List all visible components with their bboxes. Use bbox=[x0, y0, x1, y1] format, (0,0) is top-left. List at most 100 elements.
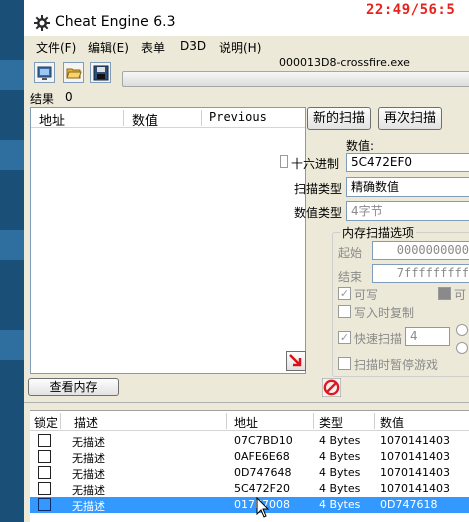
table-row[interactable]: 无描述 5C472F20 4 Bytes 1070141403 bbox=[30, 481, 469, 497]
value-type-dropdown[interactable]: 4字节 bbox=[346, 201, 469, 221]
copy-on-write-checkbox[interactable] bbox=[338, 305, 351, 318]
value-input[interactable]: 5C472EF0 bbox=[346, 153, 469, 172]
results-label: 结果 bbox=[30, 92, 55, 106]
scan-type-dropdown[interactable]: 精确数值 bbox=[346, 177, 469, 197]
new-scan-button[interactable]: 新的扫描 bbox=[307, 107, 371, 130]
stop-scan-icon[interactable] bbox=[322, 378, 341, 397]
table-row[interactable]: 无描述 0AFE6E68 4 Bytes 1070141403 bbox=[30, 449, 469, 465]
last-digits-radio[interactable] bbox=[456, 342, 468, 354]
fast-scan-label: 快速扫描 bbox=[354, 332, 403, 346]
row-value: 1070141403 bbox=[380, 482, 450, 495]
row-value: 1070141403 bbox=[380, 434, 450, 447]
row-type: 4 Bytes bbox=[319, 498, 361, 511]
fast-scan-checkbox[interactable]: ✓ bbox=[338, 331, 351, 344]
memory-view-button[interactable]: 查看内存 bbox=[28, 378, 119, 396]
row-type: 4 Bytes bbox=[319, 482, 361, 495]
open-folder-icon bbox=[66, 68, 82, 79]
table-row-selected[interactable]: 无描述 017E7008 4 Bytes 0D747618 bbox=[30, 497, 469, 513]
writable-checkbox[interactable]: ✓ bbox=[338, 287, 351, 300]
menu-file[interactable]: 文件(F) bbox=[36, 39, 76, 56]
column-header-description[interactable]: 描述 bbox=[74, 414, 98, 431]
column-header-type[interactable]: 类型 bbox=[319, 414, 343, 431]
overlay-clock: 22:49/56:5 bbox=[366, 2, 456, 18]
save-icon bbox=[93, 65, 109, 81]
save-button[interactable] bbox=[90, 62, 111, 83]
address-table-header: 锁定 描述 地址 类型 数值 bbox=[30, 411, 469, 431]
executable-checkbox[interactable] bbox=[438, 287, 451, 300]
cheat-engine-window: Cheat Engine 6.3 22:49/56:5 文件(F) 编辑(E) … bbox=[24, 0, 469, 522]
row-value: 0D747618 bbox=[380, 498, 438, 511]
menu-edit[interactable]: 编辑(E) bbox=[88, 39, 129, 56]
column-header-previous[interactable]: Previous bbox=[209, 110, 267, 124]
freeze-checkbox[interactable] bbox=[38, 498, 51, 511]
row-value: 1070141403 bbox=[380, 450, 450, 463]
title-bar[interactable]: Cheat Engine 6.3 22:49/56:5 bbox=[24, 0, 469, 36]
pause-game-label: 扫描时暂停游戏 bbox=[354, 358, 439, 372]
memory-scan-options-title: 内存扫描选项 bbox=[340, 224, 417, 241]
menu-table[interactable]: 表单 bbox=[141, 39, 165, 56]
scan-results-list[interactable]: 地址 数值 Previous bbox=[30, 107, 306, 374]
address-table[interactable]: 锁定 描述 地址 类型 数值 无描述 07C7BD10 4 Bytes 1070… bbox=[30, 410, 469, 522]
menu-d3d[interactable]: D3D bbox=[180, 39, 206, 53]
mouse-cursor-icon bbox=[256, 497, 270, 518]
window-title: Cheat Engine 6.3 bbox=[55, 14, 176, 30]
desktop-shortcut[interactable] bbox=[0, 330, 24, 360]
row-description: 无描述 bbox=[72, 436, 105, 449]
desktop-shortcut[interactable] bbox=[0, 60, 24, 90]
row-type: 4 Bytes bbox=[319, 450, 361, 463]
column-header-address[interactable]: 地址 bbox=[234, 414, 258, 431]
freeze-checkbox[interactable] bbox=[38, 450, 51, 463]
results-list-header: 地址 数值 Previous bbox=[31, 108, 305, 129]
row-description: 无描述 bbox=[72, 500, 105, 513]
table-row[interactable]: 无描述 07C7BD10 4 Bytes 1070141403 bbox=[30, 433, 469, 449]
row-type: 4 Bytes bbox=[319, 434, 361, 447]
row-description: 无描述 bbox=[72, 484, 105, 497]
process-name-label: 000013D8-crossfire.exe bbox=[279, 56, 410, 69]
scan-progress-bar bbox=[122, 71, 469, 87]
desktop-shortcut[interactable] bbox=[0, 140, 24, 170]
alignment-radio[interactable] bbox=[456, 324, 468, 336]
row-description: 无描述 bbox=[72, 468, 105, 481]
results-count: 0 bbox=[65, 90, 73, 104]
writable-label: 可写 bbox=[354, 288, 379, 302]
fast-scan-alignment-input[interactable]: 4 bbox=[405, 327, 450, 346]
copy-on-write-label: 写入时复制 bbox=[354, 306, 415, 320]
pause-game-checkbox[interactable] bbox=[338, 357, 351, 370]
freeze-checkbox[interactable] bbox=[38, 466, 51, 479]
menu-help[interactable]: 说明(H) bbox=[219, 39, 261, 56]
row-value: 1070141403 bbox=[380, 466, 450, 479]
row-address: 07C7BD10 bbox=[234, 434, 293, 447]
table-row[interactable]: 无描述 0D747648 4 Bytes 1070141403 bbox=[30, 465, 469, 481]
column-header-value[interactable]: 数值 bbox=[132, 110, 158, 129]
row-type: 4 Bytes bbox=[319, 466, 361, 479]
executable-label: 可 bbox=[454, 288, 467, 302]
stop-address-label: 结束 bbox=[338, 270, 363, 284]
row-description: 无描述 bbox=[72, 452, 105, 465]
stop-address-input[interactable]: 7fffffffff bbox=[372, 264, 469, 283]
row-address: 0D747648 bbox=[234, 466, 292, 479]
column-header-frozen[interactable]: 锁定 bbox=[34, 414, 58, 431]
scan-type-label: 扫描类型 bbox=[294, 182, 343, 196]
panel-splitter[interactable] bbox=[24, 402, 469, 407]
open-process-icon bbox=[37, 66, 52, 80]
hex-label: 十六进制 bbox=[291, 157, 340, 171]
column-header-address[interactable]: 地址 bbox=[39, 110, 65, 129]
hex-checkbox[interactable] bbox=[280, 155, 288, 168]
start-address-input[interactable]: 0000000000 bbox=[372, 241, 469, 260]
add-to-table-button[interactable] bbox=[286, 351, 306, 371]
next-scan-button[interactable]: 再次扫描 bbox=[378, 107, 442, 130]
desktop-shortcut[interactable] bbox=[0, 230, 24, 260]
cheat-engine-app-icon bbox=[34, 15, 50, 31]
row-address: 5C472F20 bbox=[234, 482, 290, 495]
desktop-background bbox=[0, 0, 24, 522]
open-process-button[interactable] bbox=[34, 62, 55, 83]
menu-bar: 文件(F) 编辑(E) 表单 D3D 说明(H) bbox=[24, 38, 469, 56]
start-address-label: 起始 bbox=[338, 246, 363, 260]
value-label: 数值: bbox=[346, 139, 375, 153]
value-type-label: 数值类型 bbox=[294, 206, 343, 220]
freeze-checkbox[interactable] bbox=[38, 482, 51, 495]
freeze-checkbox[interactable] bbox=[38, 434, 51, 447]
open-file-button[interactable] bbox=[63, 62, 84, 83]
row-address: 0AFE6E68 bbox=[234, 450, 290, 463]
column-header-value[interactable]: 数值 bbox=[380, 414, 404, 431]
